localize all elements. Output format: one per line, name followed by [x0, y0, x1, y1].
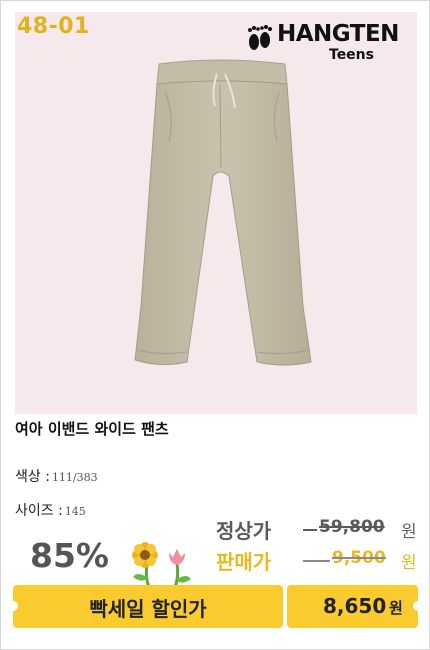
- regular-price-currency: 원: [401, 522, 417, 542]
- size-spec: 사이즈 :145: [15, 500, 86, 520]
- size-value: 145: [64, 505, 86, 518]
- footprint-icon: [248, 25, 272, 50]
- pants-image: [134, 59, 312, 366]
- sale-price-strike-line: [303, 560, 330, 562]
- regular-price: 59,800: [319, 517, 385, 537]
- color-value: 111/383: [51, 471, 98, 484]
- regular-price-strike-line: [303, 529, 317, 531]
- sale-price-currency: 원: [401, 553, 417, 573]
- flash-sale-banner[interactable]: 빡세일 할인가 8,650 원: [8, 585, 423, 628]
- ticket-notch: [413, 601, 423, 611]
- size-label: 사이즈 :: [15, 503, 63, 519]
- color-spec: 색상 :111/383: [15, 466, 98, 486]
- product-card[interactable]: 48-01 HANGTEN Teens 여아 이밴드 와이드 팬츠 색상: 1…: [0, 0, 430, 650]
- product-title[interactable]: 여아 이밴드 와이드 팬츠: [15, 418, 169, 439]
- color-label: 색상 :: [15, 469, 50, 485]
- discount-rate: 85%: [30, 536, 109, 575]
- flowers-icon: [132, 542, 191, 587]
- flash-sale-label: 빡세일 할인가: [89, 597, 207, 621]
- final-price: 8,650: [323, 594, 387, 618]
- sale-price-label: 판매가: [216, 550, 272, 574]
- product-code: 48-01: [17, 14, 90, 39]
- final-price-currency: 원: [389, 599, 403, 617]
- sale-price: 9,500: [332, 548, 386, 568]
- brand-name: HANGTEN: [277, 21, 399, 47]
- regular-price-label: 정상가: [216, 519, 272, 543]
- brand-sub: Teens: [329, 47, 374, 63]
- product-photo[interactable]: 48-01 HANGTEN Teens: [15, 12, 417, 414]
